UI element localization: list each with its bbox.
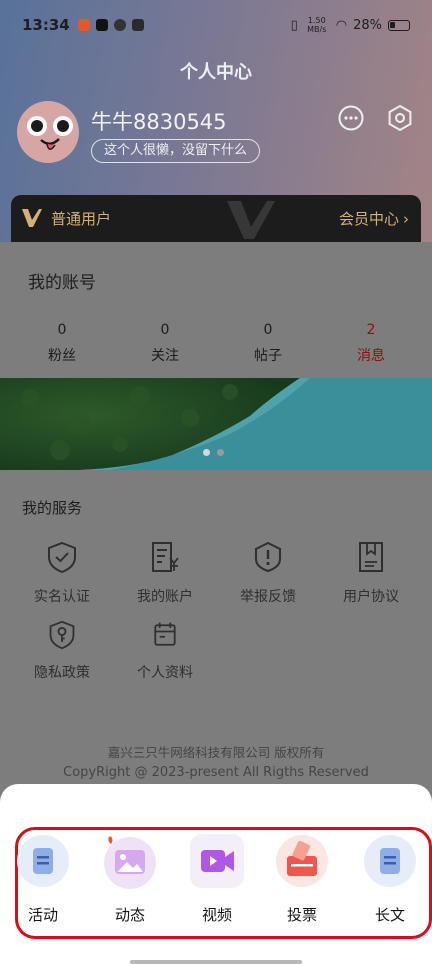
service-label: 实名认证 <box>34 589 90 605</box>
footer-company: 嘉兴三只牛网络科技有限公司 版权所有 <box>107 745 325 760</box>
agreement-doc-icon <box>359 542 383 572</box>
service-label: 用户协议 <box>343 589 399 605</box>
service-label: 隐私政策 <box>34 665 90 681</box>
video-camera-icon <box>190 834 244 888</box>
status-time: 13:34 <box>22 16 70 34</box>
member-center-label: 会员中心 <box>338 210 399 228</box>
stat-value: 0 <box>57 322 67 338</box>
stat-messages[interactable]: 2 消息 <box>341 322 401 365</box>
username: 牛牛8830545 <box>91 110 227 134</box>
battery-percent: 28% <box>353 17 382 33</box>
image-post-icon <box>104 836 156 889</box>
stat-label: 关注 <box>151 348 179 364</box>
stat-label: 帖子 <box>254 348 282 364</box>
report-alert-icon <box>255 541 281 573</box>
tiktok-icon <box>95 19 108 31</box>
banner-carousel[interactable] <box>0 378 432 470</box>
chat-bubble-icon <box>338 105 364 131</box>
privacy-key-icon <box>49 620 75 650</box>
account-section-title: 我的账号 <box>28 273 96 293</box>
stat-followers[interactable]: 0 粉丝 <box>32 322 92 365</box>
vip-watermark-icon <box>227 201 275 239</box>
vibrate-icon: ▯ <box>290 17 298 33</box>
gear-icon <box>388 104 412 132</box>
crown-icon <box>131 19 144 31</box>
post-activity-label: 活动 <box>27 906 58 924</box>
settings-button[interactable] <box>386 104 414 132</box>
wifi-icon: ◠ <box>335 17 348 33</box>
post-moment[interactable]: 动态 <box>98 832 162 925</box>
post-video-label: 视频 <box>201 906 232 924</box>
post-article-label: 长文 <box>374 906 405 924</box>
notification-app-icon <box>113 19 126 31</box>
vote-box-icon <box>276 835 328 887</box>
page-title: 个人中心 <box>180 62 252 83</box>
service-label: 个人资料 <box>137 665 193 681</box>
stat-following[interactable]: 0 关注 <box>135 322 195 365</box>
stat-value: 0 <box>160 322 170 338</box>
calendar-profile-icon <box>154 622 176 646</box>
carousel-dots <box>203 449 224 456</box>
post-article[interactable]: 长文 <box>358 832 422 925</box>
service-report[interactable]: 举报反馈 <box>223 540 313 606</box>
status-bar: 13:34 ▯ 1.50 MB/s ◠ 28% <box>22 14 410 36</box>
profile-header: 13:34 ▯ 1.50 MB/s ◠ 28% 个人中心 牛牛8830545 这… <box>0 0 432 242</box>
carousel-dot <box>217 449 224 456</box>
service-verification[interactable]: 实名认证 <box>17 540 107 606</box>
service-profile[interactable]: 个人资料 <box>120 620 210 682</box>
stat-value: 2 <box>366 322 376 338</box>
article-doc-icon <box>364 835 416 887</box>
notification-app-icon <box>77 19 90 31</box>
avatar[interactable] <box>17 101 79 163</box>
post-vote[interactable]: 投票 <box>270 832 334 925</box>
chevron-right-icon: › <box>403 209 409 228</box>
stat-value: 0 <box>263 322 273 338</box>
vip-v-icon <box>22 209 42 227</box>
footer-copyright: CopyRight @ 2023-present All Rigths Rese… <box>63 765 369 780</box>
stat-posts[interactable]: 0 帖子 <box>238 322 298 365</box>
carousel-dot-active <box>203 449 210 456</box>
services-section-title: 我的服务 <box>22 499 83 517</box>
post-moment-label: 动态 <box>114 906 145 924</box>
home-indicator[interactable] <box>130 960 302 964</box>
service-label: 举报反馈 <box>240 589 296 605</box>
service-my-account[interactable]: 我的账户 <box>120 540 210 606</box>
service-label: 我的账户 <box>137 589 193 605</box>
post-vote-label: 投票 <box>286 906 317 924</box>
post-video[interactable]: 视频 <box>185 832 249 925</box>
message-button[interactable] <box>337 104 365 132</box>
shield-check-icon <box>48 541 76 574</box>
post-activity[interactable]: 活动 <box>11 832 75 925</box>
membership-level: 普通用户 <box>51 210 112 228</box>
member-center-link[interactable]: 会员中心 › <box>339 208 409 229</box>
stat-label: 粉丝 <box>48 348 76 364</box>
service-user-agreement[interactable]: 用户协议 <box>326 540 416 606</box>
membership-bar[interactable]: 普通用户 会员中心 › <box>11 195 421 242</box>
battery-icon <box>388 19 410 31</box>
account-bill-icon <box>152 542 179 572</box>
activity-doc-icon <box>17 835 69 887</box>
bio-badge[interactable]: 这个人很懒，没留下什么 <box>91 139 261 163</box>
banner-image <box>0 378 432 470</box>
network-speed: 1.50 MB/s <box>307 16 327 34</box>
stat-label: 消息 <box>357 348 385 364</box>
service-privacy[interactable]: 隐私政策 <box>17 620 107 682</box>
